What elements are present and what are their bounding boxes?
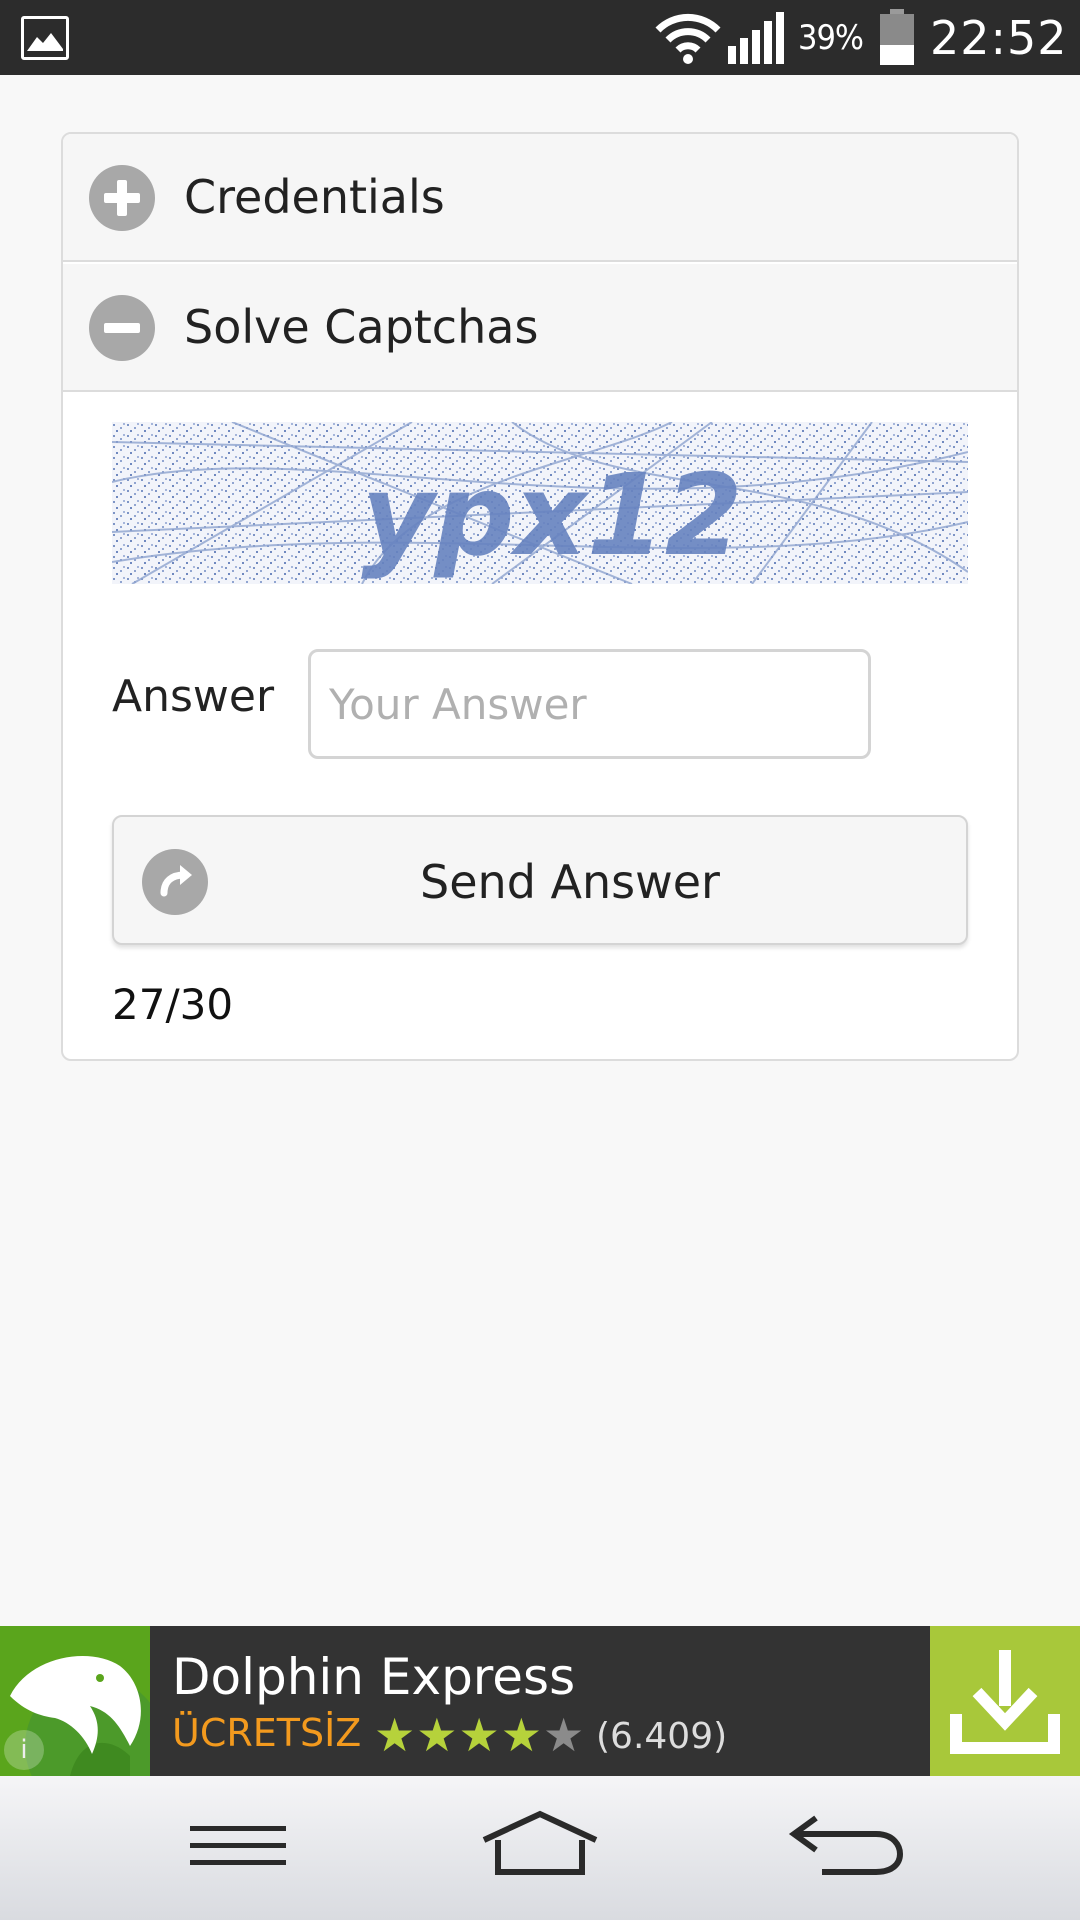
minus-icon	[89, 295, 155, 361]
status-bar: 39% 22:52	[0, 0, 1080, 75]
captcha-counter: 27/30	[112, 980, 234, 1029]
ad-banner[interactable]: i Dolphin Express ÜCRETSİZ ★★★★★ (6.409)	[0, 1626, 1080, 1776]
send-answer-label: Send Answer	[420, 855, 720, 909]
send-answer-button[interactable]: Send Answer	[112, 815, 968, 945]
star-icon: ★	[500, 1708, 543, 1762]
accordion-header-credentials[interactable]: Credentials	[63, 134, 1017, 262]
captcha-image: ypx12	[112, 422, 968, 584]
star-icon: ★	[416, 1708, 459, 1762]
wifi-icon	[655, 13, 721, 64]
star-icon: ★	[458, 1708, 501, 1762]
rating-stars: ★★★★★	[374, 1708, 585, 1762]
star-icon: ★	[543, 1708, 586, 1762]
plus-icon	[89, 165, 155, 231]
navigation-bar	[0, 1776, 1080, 1920]
battery-percent: 39%	[798, 18, 864, 58]
answer-label: Answer	[112, 671, 275, 722]
accordion-title: Credentials	[184, 170, 445, 224]
star-icon: ★	[374, 1708, 417, 1762]
ad-app-name: Dolphin Express	[172, 1648, 576, 1706]
svg-text:ypx12: ypx12	[361, 451, 742, 581]
rating-count: (6.409)	[596, 1716, 728, 1757]
download-icon	[950, 1650, 1060, 1754]
answer-input[interactable]	[308, 649, 871, 759]
ad-price: ÜCRETSİZ	[172, 1711, 362, 1755]
dolphin-app-icon[interactable]: i	[0, 1626, 150, 1776]
home-icon[interactable]	[470, 1806, 610, 1886]
accordion-header-solve-captchas[interactable]: Solve Captchas	[63, 264, 1017, 392]
accordion-panel: Credentials Solve Captchas ypx12 Answer …	[61, 132, 1019, 1061]
accordion-title: Solve Captchas	[184, 300, 539, 354]
download-button[interactable]	[930, 1626, 1080, 1776]
menu-icon[interactable]	[168, 1806, 308, 1886]
signal-icon	[728, 12, 784, 64]
battery-icon	[880, 9, 914, 65]
clock: 22:52	[930, 11, 1068, 65]
info-icon[interactable]: i	[4, 1730, 44, 1770]
back-icon[interactable]	[776, 1806, 916, 1886]
gallery-icon	[21, 16, 69, 60]
